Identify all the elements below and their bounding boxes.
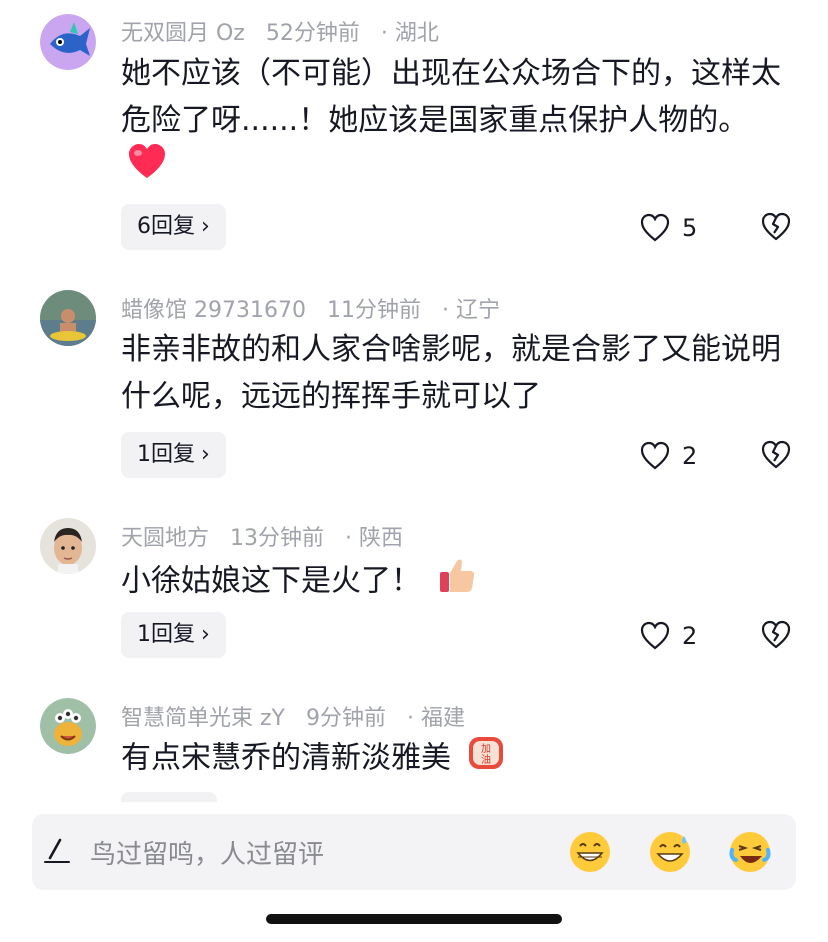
broken-heart-icon <box>761 212 791 241</box>
jiayou-sticker-icon: 加 油 <box>467 733 505 785</box>
laughing-crying-emoji-button[interactable] <box>728 830 772 874</box>
chevron-right-icon: › <box>201 214 210 239</box>
sweat-smile-emoji-button[interactable] <box>648 830 692 874</box>
dislike-button[interactable] <box>760 211 792 243</box>
username[interactable]: 智慧简单光束 zY <box>121 706 285 731</box>
broken-heart-icon <box>761 620 791 649</box>
like-button[interactable]: 2 <box>640 620 697 652</box>
reply-count: 1回复 <box>137 622 195 647</box>
dislike-button[interactable] <box>760 439 792 471</box>
comment-text: 她不应该（不可能）出现在公众场合下的，这样太危险了呀......！她应该是国家重… <box>121 50 801 194</box>
chevron-right-icon: › <box>201 442 210 467</box>
like-button[interactable]: 2 <box>640 440 697 472</box>
view-replies-button[interactable]: 6回复 › <box>121 204 226 250</box>
comment-time: 9分钟前 <box>305 706 386 731</box>
username[interactable]: 无双圆月 Oz <box>121 21 245 46</box>
avatar[interactable] <box>40 290 96 346</box>
svg-text:油: 油 <box>481 753 491 766</box>
comment-location: · 福建 <box>406 706 465 731</box>
username[interactable]: 蜡像馆 29731670 <box>121 298 306 323</box>
svg-text:加: 加 <box>481 743 491 755</box>
reply-count: 1回复 <box>137 442 195 467</box>
comment-input[interactable]: 鸟过留鸣，人过留评 <box>90 834 324 871</box>
comment-meta: 蜡像馆 29731670 11分钟前 · 辽宁 <box>121 292 500 324</box>
comment-text-content: 非亲非故的和人家合啥影呢，就是合影了又能说明什么呢，远远的挥挥手就可以了 <box>121 332 781 414</box>
comment-time: 13分钟前 <box>230 526 325 551</box>
heart-outline-icon <box>640 213 670 242</box>
comment-location: · 辽宁 <box>441 298 500 323</box>
view-replies-button[interactable] <box>121 792 217 802</box>
view-replies-button[interactable]: 1回复 › <box>121 612 226 658</box>
red-heart-icon <box>127 144 167 194</box>
comment-text-content: 小徐姑娘这下是火了！ <box>121 563 421 599</box>
like-button[interactable]: 5 <box>640 212 697 244</box>
chevron-right-icon: › <box>201 622 210 647</box>
comment-time: 11分钟前 <box>326 298 421 323</box>
comment-time: 52分钟前 <box>265 21 360 46</box>
heart-outline-icon <box>640 621 670 650</box>
comment-location: · 陕西 <box>345 526 404 551</box>
comment-input-bar[interactable]: 鸟过留鸣，人过留评 <box>32 814 796 890</box>
avatar[interactable] <box>40 518 96 574</box>
home-indicator[interactable] <box>266 914 562 924</box>
thumbs-up-icon <box>437 555 477 609</box>
comment-text: 有点宋慧乔的清新淡雅美 加 油 <box>121 733 801 785</box>
like-count: 2 <box>682 442 698 470</box>
comment-location: · 湖北 <box>380 21 439 46</box>
comment-text: 非亲非故的和人家合啥影呢，就是合影了又能说明什么呢，远远的挥挥手就可以了 <box>121 326 801 420</box>
comment-meta: 天圆地方 13分钟前 · 陕西 <box>121 520 403 552</box>
comment-meta: 智慧简单光束 zY 9分钟前 · 福建 <box>121 700 465 732</box>
view-replies-button[interactable]: 1回复 › <box>121 432 226 478</box>
comment-text: 小徐姑娘这下是火了！ <box>121 555 801 609</box>
username[interactable]: 天圆地方 <box>121 526 209 551</box>
comment-meta: 无双圆月 Oz 52分钟前 · 湖北 <box>121 15 439 47</box>
grinning-emoji-button[interactable] <box>568 830 612 874</box>
like-count: 5 <box>682 214 698 242</box>
dislike-button[interactable] <box>760 619 792 651</box>
comment-text-content: 有点宋慧乔的清新淡雅美 <box>121 740 451 776</box>
pen-icon <box>42 836 72 866</box>
avatar[interactable] <box>40 698 96 754</box>
avatar[interactable] <box>40 14 96 70</box>
like-count: 2 <box>682 622 698 650</box>
broken-heart-icon <box>761 440 791 469</box>
comment-text-content: 她不应该（不可能）出现在公众场合下的，这样太危险了呀......！她应该是国家重… <box>121 56 781 138</box>
heart-outline-icon <box>640 441 670 470</box>
reply-count: 6回复 <box>137 214 195 239</box>
